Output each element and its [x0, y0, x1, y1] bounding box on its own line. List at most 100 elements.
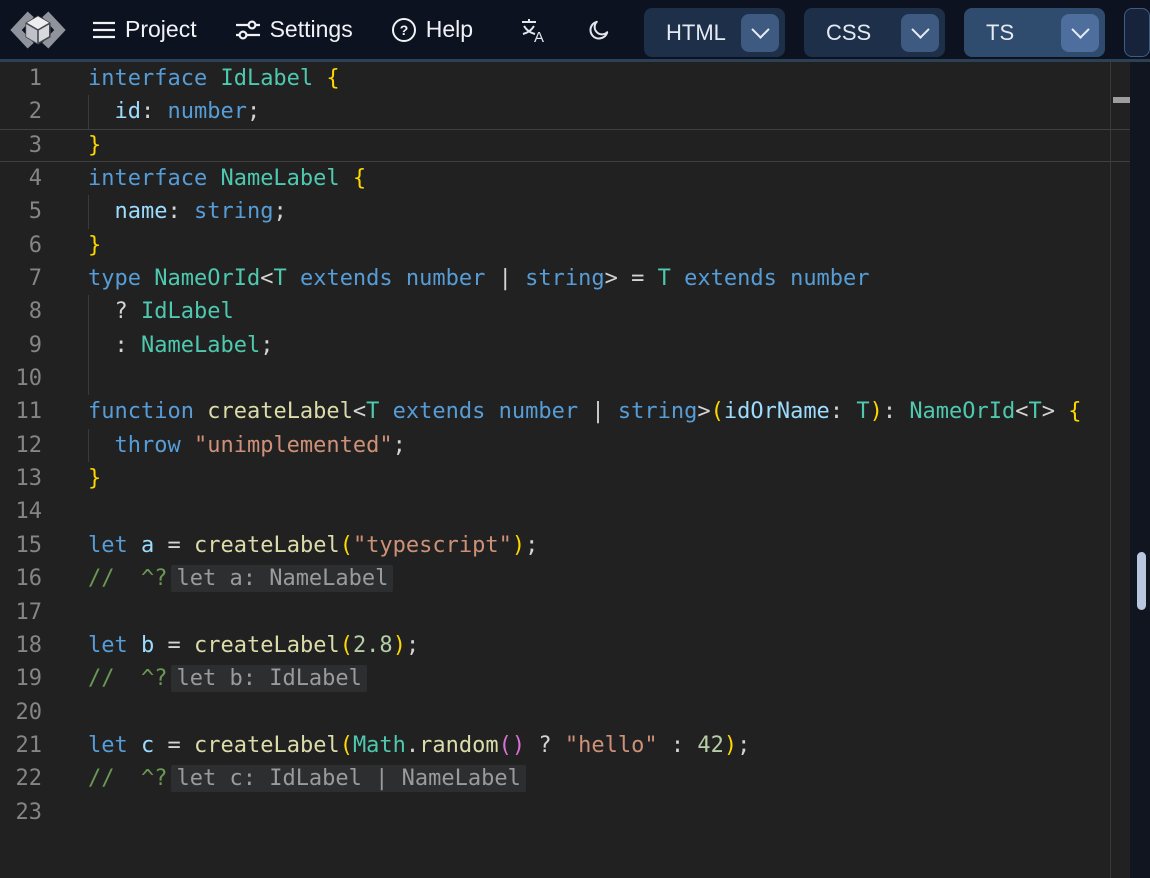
tab-ts[interactable]: TS	[964, 8, 1105, 57]
code-line-content: let a = createLabel("typescript");	[88, 529, 1130, 562]
code-token: :	[883, 399, 910, 424]
code-token: >	[697, 399, 710, 424]
line-number: 3	[0, 130, 62, 161]
code-token: throw	[88, 433, 194, 458]
code-line-content: // ^?let a: NameLabel	[88, 562, 1130, 595]
tab-html-label: HTML	[666, 20, 726, 46]
code-token: ;	[260, 333, 273, 358]
tab-css[interactable]: CSS	[804, 8, 945, 57]
help-menu-button[interactable]: ? Help	[391, 16, 473, 43]
code-line-content: // ^?let b: IdLabel	[88, 662, 1130, 695]
code-line-content	[88, 596, 1130, 629]
line-number: 13	[0, 462, 62, 495]
overview-ruler	[1110, 62, 1130, 878]
line-number: 4	[0, 162, 62, 195]
indent-guide	[88, 429, 89, 462]
code-token: // ^?	[88, 566, 167, 591]
indent-guide	[88, 195, 89, 228]
code-line-content	[88, 696, 1130, 729]
code-line: 4interface NameLabel {	[0, 162, 1130, 195]
code-line-content: // ^?let c: IdLabel | NameLabel	[88, 762, 1130, 795]
hamburger-icon	[92, 20, 116, 40]
help-circle-icon: ?	[391, 17, 417, 43]
code-token: NameOrId	[909, 399, 1015, 424]
code-line: 7type NameOrId<T extends number | string…	[0, 262, 1130, 295]
code-token: ?	[88, 299, 141, 324]
code-line-content: id: number;	[88, 95, 1130, 128]
code-line: 6}	[0, 229, 1130, 262]
code-token: NameLabel	[220, 166, 339, 191]
main-menu: Project Settings ? Help	[92, 16, 473, 43]
dark-mode-toggle-button[interactable]	[587, 18, 611, 42]
line-number: 10	[0, 362, 62, 395]
code-token: type	[88, 266, 154, 291]
code-token: }	[88, 133, 101, 158]
code-token: T	[273, 266, 286, 291]
code-token: (	[340, 633, 353, 658]
code-token: b	[141, 633, 154, 658]
code-token: let	[88, 533, 141, 558]
code-token: .	[406, 733, 419, 758]
language-translate-button[interactable]: A	[519, 16, 547, 44]
line-number: 7	[0, 262, 62, 295]
code-token: NameLabel	[141, 333, 260, 358]
code-token: )	[393, 633, 406, 658]
code-token	[340, 166, 353, 191]
code-token: :	[88, 333, 141, 358]
code-line-content	[88, 796, 1130, 829]
project-menu-label: Project	[125, 16, 197, 43]
code-token: T	[658, 266, 671, 291]
code-line-content: let c = createLabel(Math.random() ? "hel…	[88, 729, 1130, 762]
tab-css-dropdown-button[interactable]	[901, 14, 939, 52]
code-line-content: }	[88, 229, 1130, 262]
settings-menu-label: Settings	[270, 16, 353, 43]
code-line: 8 ? IdLabel	[0, 295, 1130, 328]
code-token: ?	[525, 733, 565, 758]
code-token: :	[658, 733, 698, 758]
code-line-content: ? IdLabel	[88, 295, 1130, 328]
code-token	[671, 266, 684, 291]
translate-icon: A	[519, 16, 547, 44]
tab-ts-dropdown-button[interactable]	[1061, 14, 1099, 52]
code-token: (	[340, 733, 353, 758]
code-token: 2.8	[353, 633, 393, 658]
line-number: 8	[0, 295, 62, 328]
code-editor[interactable]: 1interface IdLabel {2 id: number;3}4inte…	[0, 62, 1130, 878]
code-token: }	[88, 233, 101, 258]
project-menu-button[interactable]: Project	[92, 16, 197, 43]
code-token: =	[154, 633, 194, 658]
code-token: (	[340, 533, 353, 558]
code-token: {	[353, 166, 366, 191]
code-line: 11function createLabel<T extends number …	[0, 395, 1130, 428]
code-token: random	[419, 733, 498, 758]
code-token: ;	[406, 633, 419, 658]
code-token: ;	[247, 99, 260, 124]
code-token: =	[154, 533, 194, 558]
overview-cursor-marker	[1113, 97, 1131, 103]
code-token: :	[167, 199, 194, 224]
scrollbar-thumb[interactable]	[1137, 552, 1146, 610]
tab-html[interactable]: HTML	[644, 8, 785, 57]
code-token: >	[1042, 399, 1069, 424]
help-menu-label: Help	[426, 16, 473, 43]
code-line: 17	[0, 596, 1130, 629]
code-token	[287, 266, 300, 291]
editor-tabs: HTML CSS TS	[644, 8, 1150, 57]
code-token: <	[260, 266, 273, 291]
code-token: string	[194, 199, 273, 224]
code-token	[379, 399, 392, 424]
code-token: Math	[353, 733, 406, 758]
settings-menu-button[interactable]: Settings	[235, 16, 353, 43]
svg-text:?: ?	[399, 22, 408, 38]
right-scrollbar-track[interactable]	[1130, 62, 1150, 878]
indent-guide	[88, 95, 89, 128]
code-token: }	[88, 466, 101, 491]
line-number: 1	[0, 62, 62, 95]
tab-html-dropdown-button[interactable]	[741, 14, 779, 52]
code-token: extends number	[300, 266, 485, 291]
tab-partial-offscreen[interactable]	[1124, 8, 1150, 57]
code-line-content: : NameLabel;	[88, 329, 1130, 362]
code-token: <	[1015, 399, 1028, 424]
code-token: {	[326, 66, 339, 91]
code-token: createLabel	[194, 733, 340, 758]
